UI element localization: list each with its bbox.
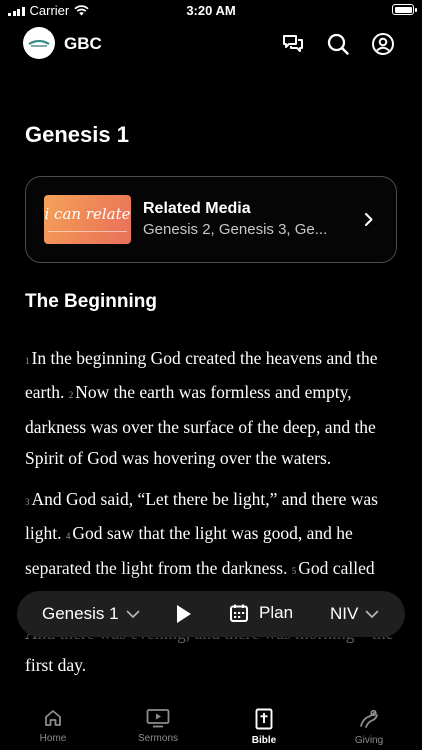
search-icon[interactable] <box>326 32 350 56</box>
church-logo[interactable] <box>23 27 55 59</box>
plan-button[interactable]: Plan <box>229 603 293 623</box>
tab-label: Bible <box>251 735 277 746</box>
verse-number: 5 <box>291 565 297 576</box>
chapter-label: Genesis 1 <box>42 604 119 623</box>
play-icon[interactable] <box>174 603 194 625</box>
plan-label: Plan <box>259 603 294 622</box>
thumbnail-text: i can relate <box>44 205 131 223</box>
calendar-icon <box>230 604 248 622</box>
app-header: GBC <box>0 24 422 64</box>
tab-sermons[interactable]: Sermons <box>118 708 198 744</box>
chat-icon[interactable] <box>281 32 305 56</box>
related-media-title: Related Media <box>143 200 251 217</box>
verse-number: 2 <box>68 390 74 401</box>
version-selector[interactable]: NIV <box>330 604 379 624</box>
tab-giving[interactable]: Giving <box>329 708 409 746</box>
scripture-text: 1 In the beginning God created the heaven… <box>25 343 397 691</box>
tab-label: Home <box>39 733 67 744</box>
bible-icon <box>255 708 273 730</box>
status-bar: Carrier 3:20 AM <box>0 0 422 22</box>
profile-icon[interactable] <box>371 32 395 56</box>
chevron-down-icon <box>126 610 139 618</box>
tab-bible[interactable]: Bible <box>224 708 304 746</box>
org-name: GBC <box>64 34 102 53</box>
related-media-subtitle: Genesis 2, Genesis 3, Ge... <box>143 221 328 238</box>
paragraph: 3 And God said, “Let there be light,” and… <box>25 484 397 681</box>
verse-number: 1 <box>25 356 30 366</box>
media-thumbnail: i can relate <box>44 195 131 244</box>
giving-icon <box>360 709 378 728</box>
section-heading: The Beginning <box>25 291 157 312</box>
verse[interactable]: 2 Now the earth was formless and empty, d… <box>25 382 376 468</box>
battery-icon <box>392 4 417 15</box>
bible-toolbar: Genesis 1 Plan NIV <box>17 591 405 637</box>
chapter-selector[interactable]: Genesis 1 <box>42 604 140 624</box>
verse-number: 4 <box>65 531 71 542</box>
chevron-down-icon <box>366 610 379 618</box>
version-label: NIV <box>330 604 359 623</box>
page-title: Genesis 1 <box>25 122 129 147</box>
video-icon <box>146 709 170 728</box>
verse-number: 3 <box>25 497 30 508</box>
status-time: 3:20 AM <box>186 3 236 18</box>
home-icon <box>45 710 61 726</box>
logo-mark-icon <box>28 39 50 47</box>
tab-label: Giving <box>354 735 384 746</box>
tab-home[interactable]: Home <box>13 708 93 744</box>
tab-label: Sermons <box>137 733 178 744</box>
paragraph: 1 In the beginning God created the heaven… <box>25 343 397 474</box>
verse-text: Now the earth was formless and empty, da… <box>25 382 376 468</box>
related-media-card[interactable]: i can relate Related Media Genesis 2, Ge… <box>25 176 397 263</box>
chevron-right-icon <box>365 213 373 226</box>
tab-bar: Home Sermons Bible Giving <box>0 700 422 750</box>
